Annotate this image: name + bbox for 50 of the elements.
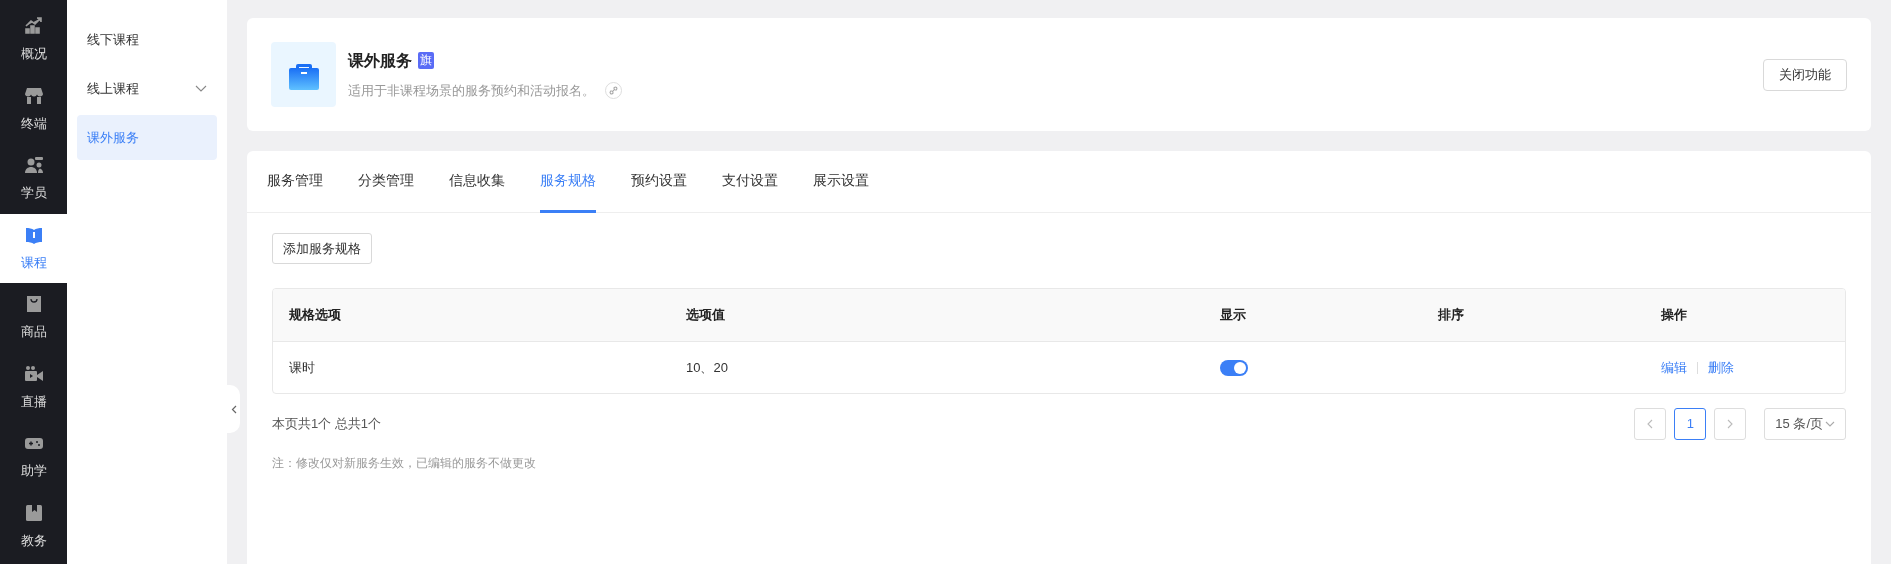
chart-icon (23, 16, 44, 36)
nav-item[interactable]: 助学 (0, 422, 67, 492)
nav-item[interactable]: 商品 (0, 283, 67, 353)
users-icon (23, 155, 44, 175)
service-icon (271, 42, 336, 107)
page-title: 课外服务 (348, 50, 412, 71)
toggle-switch[interactable] (1220, 359, 1248, 376)
chevron-left-icon (1647, 419, 1654, 429)
flagship-badge: 旗 (418, 52, 434, 70)
link-icon[interactable] (605, 82, 622, 99)
column-header: 选项值 (686, 306, 725, 325)
chevron-left-icon (230, 404, 237, 414)
add-spec-button[interactable]: 添加服务规格 (272, 233, 372, 264)
bookmark-icon (23, 502, 44, 523)
column-header: 排序 (1438, 306, 1464, 325)
table-cell-text: 课时 (289, 358, 315, 377)
table-cell-text: 10、20 (686, 358, 728, 377)
tab[interactable]: 支付设置 (722, 151, 778, 213)
page-button[interactable]: 1 (1674, 408, 1707, 440)
tab[interactable]: 信息收集 (449, 151, 505, 213)
nav-item[interactable]: 直播 (0, 352, 67, 422)
note-text: 注：修改仅对新服务生效，已编辑的服务不做更改 (272, 455, 537, 472)
tab[interactable]: 展示设置 (813, 151, 869, 213)
left-button[interactable] (1634, 408, 1667, 440)
column-header: 规格选项 (289, 306, 341, 325)
summary-text: 本页共1个 总共1个 (272, 415, 382, 434)
nav-item[interactable]: 课程 (0, 213, 67, 283)
column-header: 操作 (1661, 306, 1687, 325)
right-button[interactable] (1714, 408, 1747, 440)
action-link[interactable]: 编辑 (1661, 357, 1687, 378)
tab[interactable]: 分类管理 (358, 151, 414, 213)
column-header: 显示 (1220, 306, 1246, 325)
submenu-item[interactable]: 线下课程 (77, 17, 217, 62)
nav-item[interactable]: 终端 (0, 74, 67, 144)
chevron-down-icon (1825, 421, 1835, 427)
submenu-item[interactable]: 线上课程 (77, 66, 217, 111)
store-icon (23, 85, 44, 106)
action-link[interactable]: 删除 (1708, 357, 1734, 378)
nav-item[interactable]: 教务 (0, 491, 67, 561)
video-icon (23, 363, 44, 384)
tab[interactable]: 预约设置 (631, 151, 687, 213)
chevron-right-icon (1727, 419, 1734, 429)
nav-item[interactable]: 学员 (0, 144, 67, 214)
page-description: 适用于非课程场景的服务预约和活动报名。 (348, 81, 595, 100)
collapse-handle[interactable] (227, 385, 240, 433)
page-size-select[interactable]: 15 条/页 (1764, 408, 1846, 440)
tab[interactable]: 服务规格 (540, 151, 596, 213)
tab[interactable]: 服务管理 (267, 151, 323, 213)
nav-item[interactable]: 概况 (0, 5, 67, 75)
close-feature-button[interactable]: 关闭功能 (1763, 58, 1847, 91)
